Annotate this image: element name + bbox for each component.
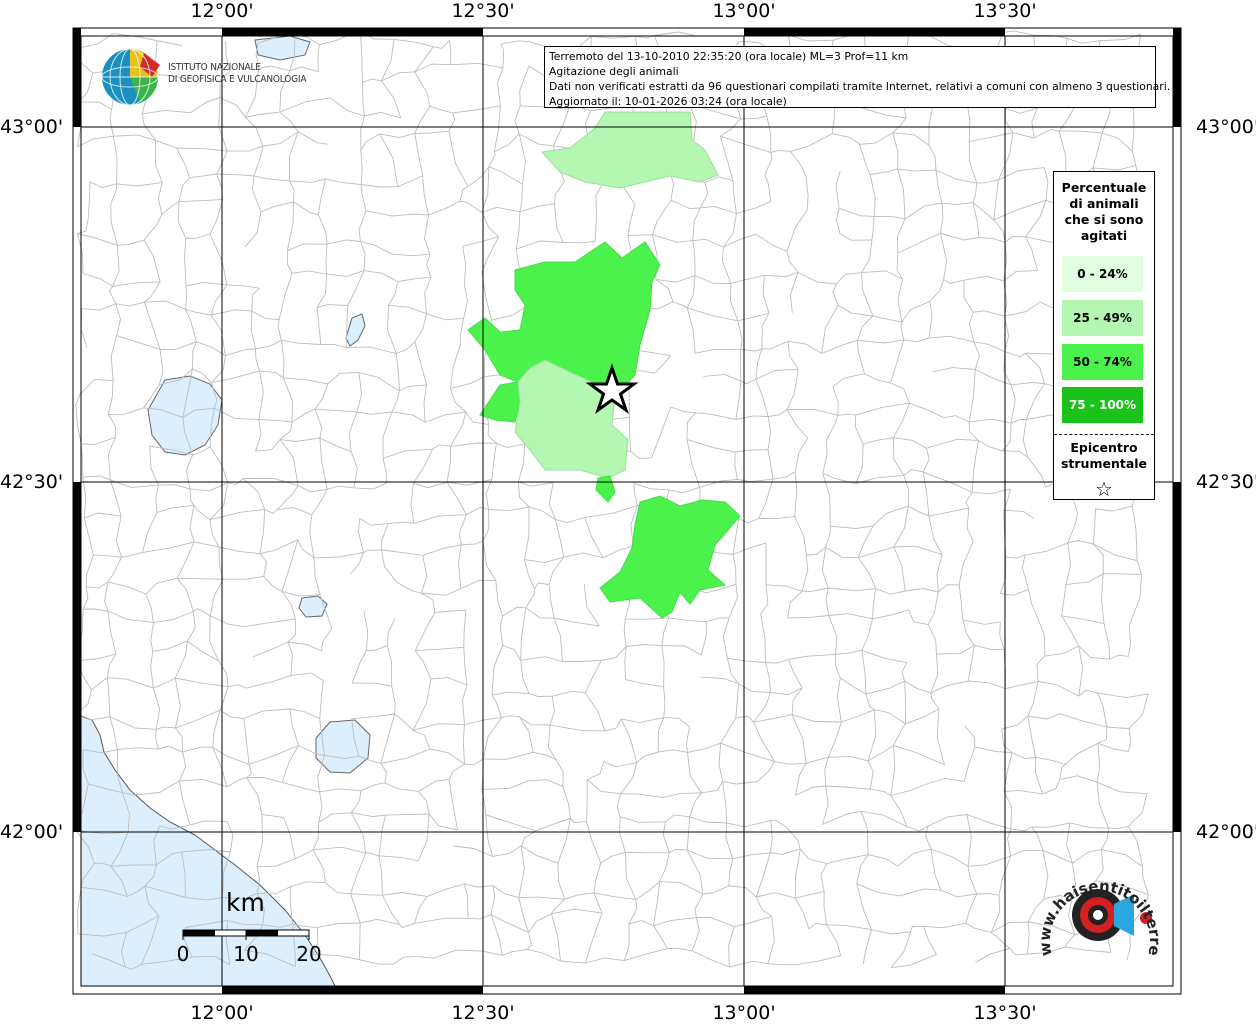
legend-title-line1: Percentuale [1061, 180, 1147, 195]
legend-title-line4: agitati [1080, 228, 1128, 243]
lon-label-bottom-1230: 12°30' [451, 1002, 515, 1024]
lon-label-bottom-1200: 12°00' [190, 1002, 254, 1024]
lat-label-right-4230: 42°30' [1196, 471, 1256, 493]
haisentito-logo-icon: www.haisentitoilterremoto.it [1030, 860, 1164, 957]
municipal-border [654, 31, 695, 36]
ingv-logo-line2: DI GEOFISICA E VULCANOLOGIA [168, 74, 307, 85]
event-info-box: Terremoto del 13-10-2010 22:35:20 (ora l… [544, 46, 1171, 108]
legend: Percentuale di animali che si sono agita… [1053, 171, 1155, 501]
municipal-border [1002, 30, 1034, 36]
scale-unit: km [226, 888, 265, 917]
lat-label-left-4200: 42°00' [0, 821, 64, 843]
event-info-line3: Dati non verificati estratti da 96 quest… [549, 80, 1171, 93]
legend-title-line3: che si sono [1064, 212, 1144, 227]
lon-label-bottom-1330: 13°30' [973, 1002, 1037, 1024]
legend-class-25-49: 25 - 49% [1062, 300, 1143, 336]
lat-label-left-4300: 43°00' [0, 116, 64, 138]
scale-tick-20: 20 [296, 942, 322, 966]
legend-class-75-100: 75 - 100% [1062, 387, 1143, 423]
legend-title: Percentuale di animali che si sono agita… [1054, 180, 1154, 244]
legend-star-icon: ☆ [1095, 477, 1113, 501]
lon-label-bottom-1300: 13°00' [712, 1002, 776, 1024]
legend-epicenter-line1: Epicentro [1070, 440, 1138, 455]
legend-separator [1054, 434, 1154, 435]
ingv-logo-icon [101, 48, 160, 106]
event-info-line2: Agitazione degli animali [549, 65, 679, 78]
ingv-logo-line1: ISTITUTO NAZIONALE [168, 62, 261, 73]
event-info-line4: Aggiornato il: 10-01-2026 03:24 (ora loc… [549, 95, 787, 108]
lon-label-top-1200: 12°00' [190, 0, 254, 22]
legend-class-0-24: 0 - 24% [1062, 256, 1143, 292]
municipal-border [75, 404, 82, 444]
scale-tick-0: 0 [176, 942, 190, 966]
event-info-line1: Terremoto del 13-10-2010 22:35:20 (ora l… [549, 50, 909, 63]
scale-tick-10: 10 [233, 942, 259, 966]
lat-label-right-4200: 42°00' [1196, 821, 1256, 843]
legend-epicenter-label: Epicentro strumentale [1054, 440, 1154, 472]
lon-label-top-1330: 13°30' [973, 0, 1037, 22]
lon-label-top-1230: 12°30' [451, 0, 515, 22]
lat-label-left-4230: 42°30' [0, 471, 64, 493]
lon-label-top-1300: 13°00' [712, 0, 776, 22]
legend-title-line2: di animali [1069, 196, 1139, 211]
legend-class-50-74: 50 - 74% [1062, 344, 1143, 380]
legend-epicenter-line2: strumentale [1060, 456, 1148, 471]
ingv-logo-text: ISTITUTO NAZIONALE DI GEOFISICA E VULCAN… [168, 62, 307, 86]
lat-label-right-4300: 43°00' [1196, 116, 1256, 138]
